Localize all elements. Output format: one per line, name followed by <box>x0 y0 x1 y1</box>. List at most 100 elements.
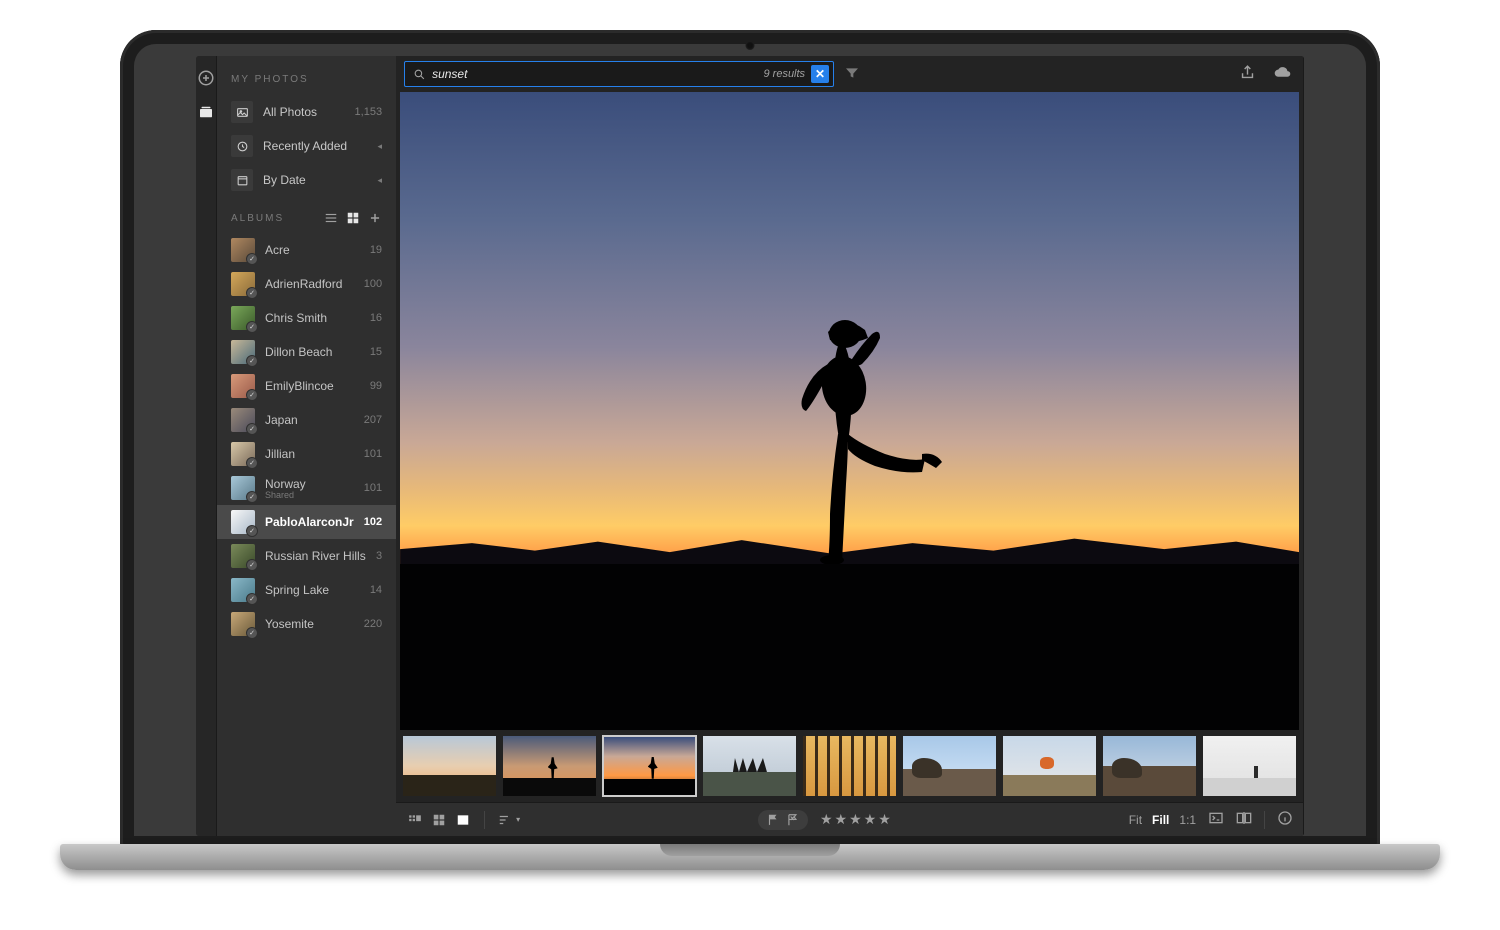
main-area: 9 results ✕ <box>396 56 1303 836</box>
grid-small-icon[interactable] <box>406 813 424 827</box>
album-count: 15 <box>370 346 382 358</box>
album-thumbnail <box>231 306 255 330</box>
sync-check-icon <box>246 389 258 401</box>
main-photo <box>750 304 950 564</box>
search-input[interactable] <box>432 67 757 81</box>
grid-icon[interactable] <box>430 813 448 827</box>
album-name: Jillian <box>265 447 354 461</box>
cloud-icon[interactable] <box>1270 60 1295 88</box>
album-item[interactable]: NorwayShared101 <box>217 471 396 505</box>
album-count: 102 <box>364 516 382 528</box>
flag-pick-icon[interactable] <box>766 813 780 827</box>
flag-reject-icon[interactable] <box>786 813 800 827</box>
album-thumbnail <box>231 442 255 466</box>
sync-check-icon <box>246 559 258 571</box>
add-icon[interactable] <box>196 68 216 88</box>
star-icon[interactable]: ★ <box>835 811 848 828</box>
album-name: AdrienRadford <box>265 277 354 291</box>
filmstrip-thumbnail[interactable] <box>502 735 597 797</box>
compare-icon[interactable] <box>1236 810 1252 829</box>
album-item[interactable]: Dillon Beach 15 <box>217 335 396 369</box>
library-icon[interactable] <box>196 102 216 122</box>
album-name: Russian River Hills <box>265 549 366 563</box>
filmstrip-thumbnail[interactable] <box>702 735 797 797</box>
album-count: 220 <box>364 618 382 630</box>
sync-check-icon <box>246 525 258 537</box>
album-name: Dillon Beach <box>265 345 360 359</box>
album-name: Chris Smith <box>265 311 360 325</box>
zoom-fill[interactable]: Fill <box>1152 813 1169 827</box>
sync-check-icon <box>246 457 258 469</box>
sync-check-icon <box>246 491 258 503</box>
album-item[interactable]: Jillian 101 <box>217 437 396 471</box>
album-thumbnail <box>231 374 255 398</box>
album-thumbnail <box>231 476 255 500</box>
filmstrip-thumbnail[interactable] <box>802 735 897 797</box>
sort-button[interactable]: ▾ <box>497 813 520 827</box>
sync-check-icon <box>246 593 258 605</box>
album-item[interactable]: PabloAlarconJr 102 <box>217 505 396 539</box>
album-count: 100 <box>364 278 382 290</box>
album-count: 101 <box>364 448 382 460</box>
grid-view-icon[interactable] <box>346 211 360 225</box>
nav-recently-added[interactable]: Recently Added ◂ <box>217 129 396 163</box>
album-count: 14 <box>370 584 382 596</box>
album-name: Acre <box>265 243 360 257</box>
original-icon[interactable] <box>1208 810 1224 829</box>
album-item[interactable]: Russian River Hills3 <box>217 539 396 573</box>
album-item[interactable]: EmilyBlincoe99 <box>217 369 396 403</box>
star-icon[interactable]: ★ <box>864 811 877 828</box>
nav-by-date[interactable]: By Date ◂ <box>217 163 396 197</box>
single-view-icon[interactable] <box>454 813 472 827</box>
sync-check-icon <box>246 287 258 299</box>
album-thumbnail <box>231 408 255 432</box>
topbar: 9 results ✕ <box>396 56 1303 92</box>
album-item[interactable]: AdrienRadford 100 <box>217 267 396 301</box>
photo-viewer[interactable] <box>400 92 1299 730</box>
filmstrip-thumbnail[interactable] <box>1002 735 1097 797</box>
search-icon <box>413 68 426 81</box>
info-icon[interactable] <box>1277 810 1293 829</box>
sidebar: MY PHOTOS All Photos 1,153 Recently Adde… <box>217 56 396 836</box>
album-item[interactable]: Japan207 <box>217 403 396 437</box>
album-item[interactable]: Yosemite 220 <box>217 607 396 641</box>
album-name: PabloAlarconJr <box>265 515 354 529</box>
album-thumbnail <box>231 238 255 262</box>
album-thumbnail <box>231 544 255 568</box>
add-album-icon[interactable] <box>368 211 382 225</box>
album-name: Spring Lake <box>265 583 360 597</box>
list-view-icon[interactable] <box>324 211 338 225</box>
nav-label: By Date <box>263 173 368 187</box>
chevron-left-icon: ◂ <box>378 141 383 152</box>
rating-stars[interactable]: ★★★★★ <box>820 811 891 828</box>
filmstrip <box>396 730 1303 802</box>
zoom-11[interactable]: 1:1 <box>1179 813 1196 827</box>
album-count: 16 <box>370 312 382 324</box>
album-item[interactable]: Chris Smith 16 <box>217 301 396 335</box>
search-result-count: 9 results <box>763 68 805 80</box>
filmstrip-thumbnail[interactable] <box>1102 735 1197 797</box>
share-icon[interactable] <box>1235 60 1260 88</box>
zoom-fit[interactable]: Fit <box>1129 813 1142 827</box>
clear-search-button[interactable]: ✕ <box>811 65 829 83</box>
album-count: 19 <box>370 244 382 256</box>
album-item[interactable]: Spring Lake 14 <box>217 573 396 607</box>
filmstrip-thumbnail[interactable] <box>402 735 497 797</box>
filmstrip-thumbnail[interactable] <box>1202 735 1297 797</box>
star-icon[interactable]: ★ <box>849 811 862 828</box>
album-count: 207 <box>364 414 382 426</box>
filmstrip-thumbnail[interactable] <box>902 735 997 797</box>
nav-all-photos[interactable]: All Photos 1,153 <box>217 95 396 129</box>
album-item[interactable]: Acre 19 <box>217 233 396 267</box>
calendar-icon <box>231 169 253 191</box>
search-field[interactable]: 9 results ✕ <box>404 61 834 87</box>
filter-icon[interactable] <box>844 65 860 84</box>
star-icon[interactable]: ★ <box>878 811 891 828</box>
bottom-toolbar: ▾ ★★★★★ Fit Fill 1:1 <box>396 802 1303 836</box>
album-name: Yosemite <box>265 617 354 631</box>
star-icon[interactable]: ★ <box>820 811 833 828</box>
filmstrip-thumbnail[interactable] <box>602 735 697 797</box>
album-name: NorwayShared <box>265 477 354 500</box>
edit-tools-rail <box>1303 56 1304 836</box>
album-name: EmilyBlincoe <box>265 379 360 393</box>
